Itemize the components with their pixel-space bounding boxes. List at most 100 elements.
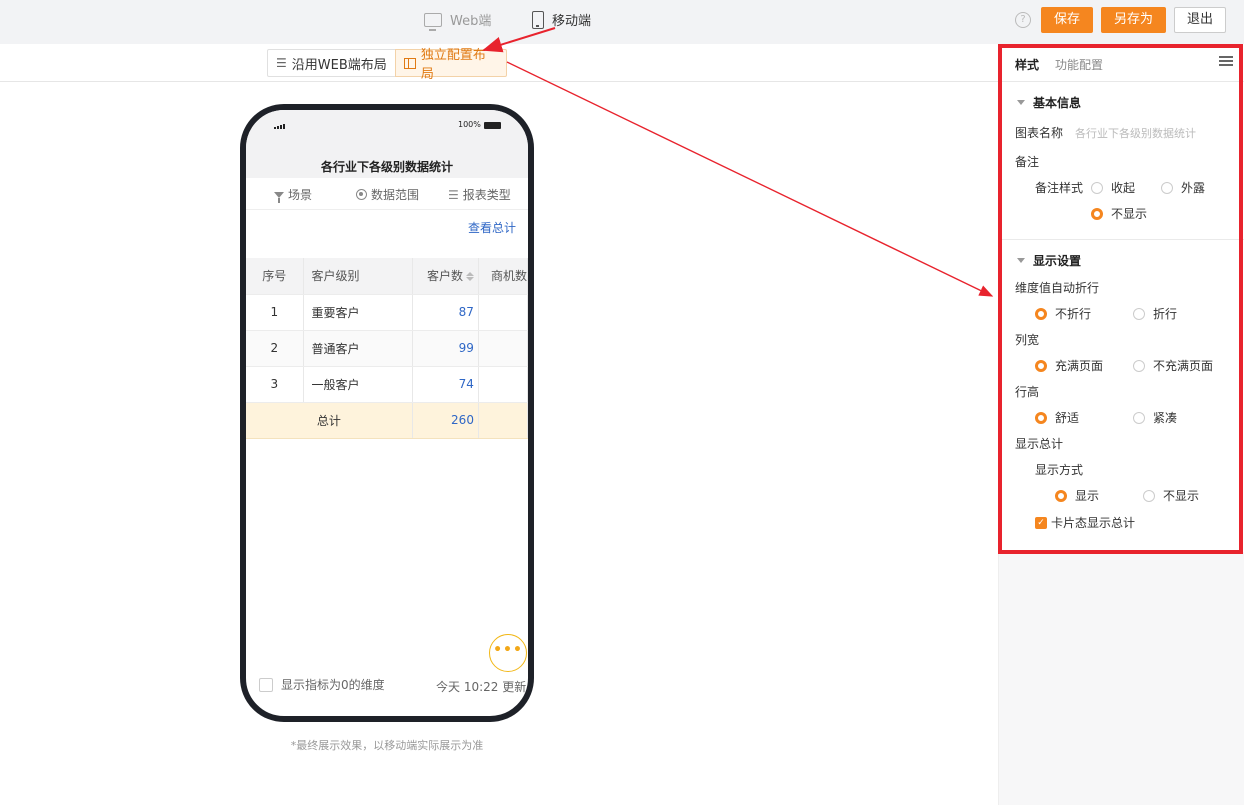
platform-tab-web[interactable]: Web端 <box>424 10 492 31</box>
radio-remark-expose-label: 外露 <box>1181 181 1206 195</box>
cell-customer-count[interactable]: 99 <box>412 330 479 367</box>
updated-time: 今天 10:22 更新 <box>436 680 527 694</box>
tab-function-config[interactable]: 功能配置 <box>1055 56 1103 73</box>
funnel-icon <box>274 191 284 203</box>
filter-report-type[interactable]: ☰ 报表类型 <box>448 186 511 203</box>
sort-icon[interactable] <box>465 272 474 282</box>
cell-index: 2 <box>246 330 304 367</box>
total-opportunity-count <box>478 402 528 439</box>
zero-dimension-toggle[interactable]: 显示指标为0的维度 <box>259 676 385 693</box>
filter-scene-label: 场景 <box>288 188 313 202</box>
remark-label: 备注 <box>1015 155 1040 169</box>
radio-fill-page-label: 充满页面 <box>1055 359 1104 373</box>
top-bar: Web端 移动端 ? 保存 另存为 退出 <box>0 0 1244 44</box>
section-display-settings-title: 显示设置 <box>1033 254 1082 268</box>
view-total-link[interactable]: 查看总计 <box>468 219 516 236</box>
cell-index: 1 <box>246 294 304 331</box>
remark-style-label: 备注样式 <box>1035 181 1084 195</box>
collapse-panel-icon[interactable] <box>1219 56 1233 68</box>
radio-comfortable[interactable]: 舒适 <box>1035 409 1079 426</box>
battery-icon <box>484 122 501 129</box>
section-basic-info-title: 基本信息 <box>1033 96 1082 110</box>
show-total-label: 显示总计 <box>1015 437 1064 451</box>
cell-customer-count[interactable]: 87 <box>412 294 479 331</box>
chart-name-label: 图表名称 <box>1015 126 1064 140</box>
header-customer-count[interactable]: 客户数 <box>412 258 479 295</box>
radio-show-total[interactable]: 显示 <box>1055 487 1099 504</box>
wrap-label: 维度值自动折行 <box>1015 281 1100 295</box>
cell-opportunity-count <box>478 330 528 367</box>
filter-data-range[interactable]: 数据范围 <box>356 186 419 203</box>
cell-opportunity-count <box>478 366 528 403</box>
radio-compact-label: 紧凑 <box>1153 411 1178 425</box>
header-opportunity-count: 商机数 <box>478 258 528 295</box>
radio-no-wrap[interactable]: 不折行 <box>1035 305 1091 322</box>
radio-remark-expose[interactable]: 外露 <box>1161 179 1205 196</box>
cell-customer-level: 普通客户 <box>303 330 413 367</box>
platform-tab-mobile-label: 移动端 <box>552 14 592 29</box>
table-header-row: 序号 客户级别 客户数 商机数 <box>246 258 528 295</box>
preview-disclaimer: *最终展示效果，以移动端实际展示为准 <box>290 739 484 752</box>
filter-bar: 场景 数据范围 ☰ 报表类型 <box>246 178 528 210</box>
cell-customer-level: 一般客户 <box>303 366 413 403</box>
table-row: 3 一般客户 74 <box>246 366 528 403</box>
platform-tab-mobile[interactable]: 移动端 <box>532 10 591 29</box>
platform-tab-web-label: Web端 <box>450 14 492 29</box>
help-icon[interactable]: ? <box>1015 12 1031 28</box>
header-customer-count-label: 客户数 <box>426 269 463 284</box>
table-total-row: 总计 260 <box>246 402 528 439</box>
radio-comfortable-label: 舒适 <box>1055 411 1080 425</box>
layout-panel-icon <box>404 57 416 69</box>
radio-fill-page[interactable]: 充满页面 <box>1035 357 1103 374</box>
radio-remark-hide-label: 不显示 <box>1111 207 1148 221</box>
independent-layout-label: 独立配置布局 <box>420 48 486 82</box>
total-count[interactable]: 260 <box>412 402 479 439</box>
display-mode-label: 显示方式 <box>1035 463 1084 477</box>
cell-opportunity-count <box>478 294 528 331</box>
radio-not-fill-page-label: 不充满页面 <box>1153 359 1214 373</box>
radio-hide-total[interactable]: 不显示 <box>1143 487 1199 504</box>
section-display-settings[interactable]: 显示设置 <box>1017 252 1081 269</box>
radio-remark-hide[interactable]: 不显示 <box>1091 205 1147 222</box>
radio-wrap-label: 折行 <box>1153 307 1178 321</box>
save-as-button[interactable]: 另存为 <box>1101 7 1167 33</box>
radio-not-fill-page[interactable]: 不充满页面 <box>1133 357 1213 374</box>
header-customer-level: 客户级别 <box>303 258 413 295</box>
radio-compact[interactable]: 紧凑 <box>1133 409 1177 426</box>
radio-wrap[interactable]: 折行 <box>1133 305 1177 322</box>
phone-preview: 100% 各行业下各级别数据统计 场景 数据范围 ☰ 报表类型 查看总计 序号 … <box>240 104 534 722</box>
radio-remark-collapse-label: 收起 <box>1111 181 1136 195</box>
section-divider <box>999 239 1244 240</box>
panel-tabs: 样式 功能配置 <box>999 44 1244 82</box>
inherit-web-layout-button[interactable]: ☰ 沿用WEB端布局 <box>267 49 396 77</box>
exit-button[interactable]: 退出 <box>1174 7 1227 33</box>
zero-dimension-checkbox[interactable] <box>259 677 273 692</box>
radio-remark-collapse[interactable]: 收起 <box>1091 179 1135 196</box>
panel-body: 基本信息 图表名称 各行业下各级别数据统计 备注 备注样式 收起 外露 不显示 … <box>999 82 1244 552</box>
filter-scene[interactable]: 场景 <box>274 186 312 203</box>
independent-layout-button[interactable]: 独立配置布局 <box>395 48 507 82</box>
caret-down-icon <box>1017 100 1025 105</box>
tab-style[interactable]: 样式 <box>1015 56 1039 73</box>
checkmark-icon: ✓ <box>1035 516 1047 529</box>
data-table: 序号 客户级别 客户数 商机数 1 重要客户 87 2 普通客户 99 3 一般… <box>246 258 528 439</box>
cell-customer-count[interactable]: 74 <box>412 366 479 403</box>
table-row: 1 重要客户 87 <box>246 294 528 331</box>
monitor-icon <box>424 12 442 31</box>
target-icon <box>356 189 367 200</box>
table-row: 2 普通客户 99 <box>246 330 528 367</box>
signal-icon <box>274 124 285 129</box>
more-actions-button[interactable]: ••• <box>489 634 527 672</box>
section-basic-info[interactable]: 基本信息 <box>1017 94 1081 111</box>
save-button[interactable]: 保存 <box>1041 7 1094 33</box>
card-total-checkbox[interactable]: ✓ 卡片态显示总计 <box>1035 514 1135 531</box>
cell-index: 3 <box>246 366 304 403</box>
caret-down-icon <box>1017 258 1025 263</box>
cell-customer-level: 重要客户 <box>303 294 413 331</box>
chart-title: 各行业下各级别数据统计 <box>320 160 453 174</box>
layout-toggle-row: ☰ 沿用WEB端布局 独立配置布局 <box>0 44 998 82</box>
radio-no-wrap-label: 不折行 <box>1055 307 1092 321</box>
chart-name-input[interactable]: 各行业下各级别数据统计 <box>1075 125 1196 141</box>
card-total-label: 卡片态显示总计 <box>1051 516 1136 530</box>
phone-icon <box>532 10 544 29</box>
